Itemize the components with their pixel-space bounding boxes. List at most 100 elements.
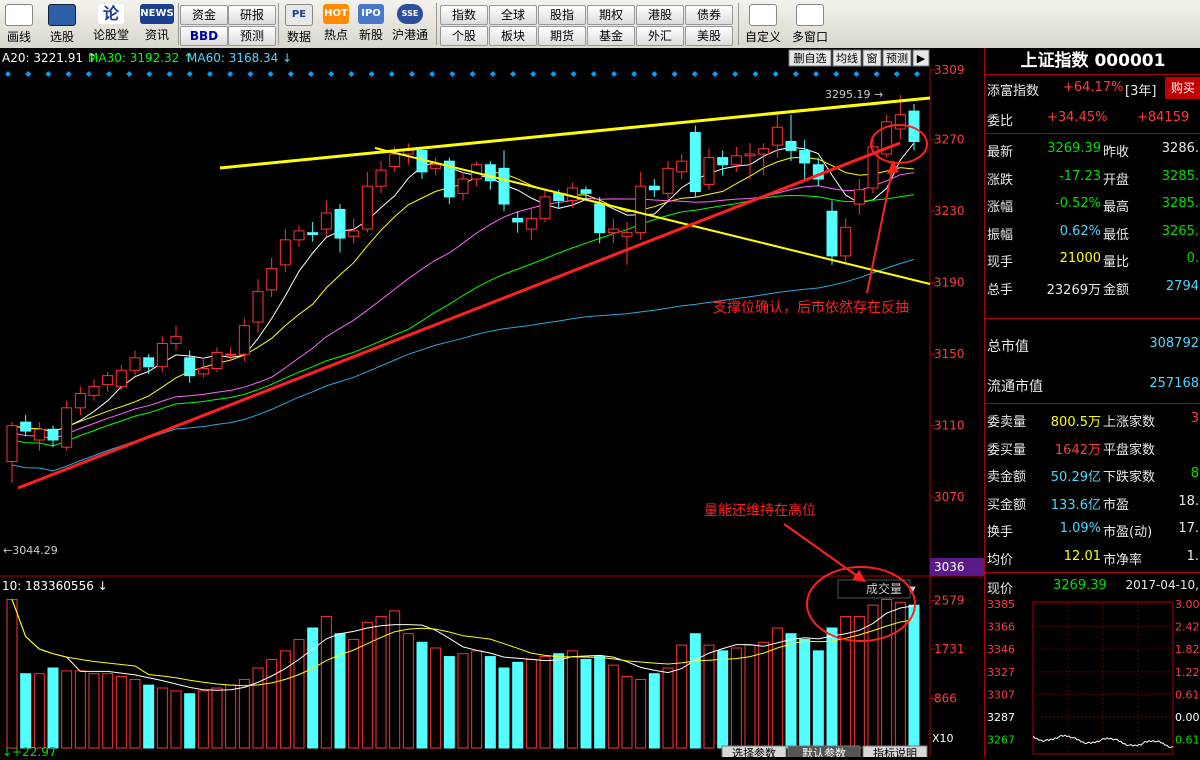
candle-body — [607, 228, 619, 234]
toolbar-btn-b-1[interactable]: HOT 热点 — [318, 2, 354, 46]
toolbar-market-7[interactable]: 板块 — [489, 26, 537, 46]
mini-price-label: 3346 — [987, 643, 1015, 656]
candle-body — [102, 375, 114, 386]
stat-value: 3 — [1190, 411, 1199, 426]
stat-label: 上涨家数 — [1103, 415, 1156, 430]
info-marker-icon — [590, 71, 597, 77]
toolbar-market-0[interactable]: 指数 — [440, 5, 488, 25]
candle-body — [430, 164, 442, 169]
volume-bar — [580, 658, 592, 749]
volume-bar — [33, 673, 45, 749]
toolbar-btn-a-1[interactable]: 选股 — [42, 2, 82, 46]
info-marker-icon — [489, 71, 496, 77]
volume-bar — [730, 647, 742, 749]
price-tick-label: 3270 — [934, 133, 965, 147]
collapse-arrow-glyph: ▶ — [917, 52, 926, 65]
volume-bar — [881, 598, 893, 749]
stat-value: 0. — [1186, 251, 1199, 266]
windows-icon — [796, 4, 824, 26]
stat-value: 12.01 — [1063, 548, 1101, 564]
toolbar-market-5[interactable]: 债券 — [685, 5, 733, 25]
candle-body — [252, 291, 264, 323]
volume-bar — [156, 687, 168, 749]
toolbar-btn-b-2[interactable]: IPO 新股 — [354, 2, 388, 46]
price-tick-label: 3110 — [934, 419, 965, 433]
info-marker-icon — [792, 71, 799, 77]
toolbar-btn-c-0[interactable]: 自定义 — [742, 2, 784, 46]
candle-body — [334, 208, 346, 239]
candle-body — [47, 428, 59, 441]
volume-tick-label: 1731 — [934, 642, 965, 656]
volume-bar — [361, 621, 373, 749]
buy-button[interactable]: 购买 — [1165, 77, 1200, 99]
toolbar-small-0[interactable]: 资金 — [180, 5, 228, 25]
toolbar-market-6[interactable]: 个股 — [440, 26, 488, 46]
stat-value: 23269万 — [1046, 282, 1101, 298]
chart-btn-label-3: 预测 — [886, 52, 908, 65]
info-marker-icon — [146, 71, 153, 77]
info-marker-icon — [267, 71, 274, 77]
volume-bar — [566, 650, 578, 749]
stat-value: 800.5万 — [1050, 415, 1101, 430]
fire-icon: HOT — [323, 4, 349, 24]
volume-bar — [867, 604, 879, 749]
volume-bar — [908, 604, 920, 749]
stat-row-5: 总手 23269万 金额 2794 — [985, 274, 1200, 301]
toolbar-market-10[interactable]: 外汇 — [636, 26, 684, 46]
toolbar-btn-c-1[interactable]: 多窗口 — [788, 2, 832, 46]
volume-bar — [211, 687, 223, 749]
toolbar-market-11[interactable]: 美股 — [685, 26, 733, 46]
info-marker-icon — [5, 71, 11, 77]
toolbar-market-8[interactable]: 期货 — [538, 26, 586, 46]
toolbar-btn-a-3[interactable]: NEWS 资讯 — [138, 2, 176, 46]
volume-bar — [676, 644, 688, 749]
stat2-row-3: 买金额 133.6亿 市盈 18. — [985, 489, 1200, 516]
ma-label-ma30: MA30: 3192.32 ↑ — [88, 51, 193, 65]
stat-value: 18. — [1178, 493, 1199, 509]
volume-bar — [635, 678, 647, 749]
candle-body — [129, 357, 141, 371]
toolbar-small-2[interactable]: BBD — [180, 26, 228, 46]
info-marker-icon — [691, 71, 698, 77]
candle-body — [758, 148, 770, 155]
toolbar-market-1[interactable]: 全球 — [489, 5, 537, 25]
volume-bar — [320, 616, 332, 749]
candle-body — [266, 267, 278, 291]
volume-bar — [88, 673, 100, 749]
stat-value: -0.52% — [1055, 196, 1101, 211]
candle-body — [320, 212, 332, 230]
toolbar-small-1[interactable]: 研报 — [228, 5, 276, 25]
volume-bar — [771, 627, 783, 749]
toolbar-market-3[interactable]: 期权 — [587, 5, 635, 25]
stat-label: 换手 — [987, 525, 1014, 540]
kline-chart-svg[interactable]: A20: 3221.91 ↑MA30: 3192.32 ↑MA60: 3168.… — [0, 48, 984, 760]
ma30-line — [11, 194, 915, 447]
candle-body — [525, 217, 537, 230]
info-marker-icon — [570, 71, 577, 77]
toolbar-btn-a-0[interactable]: 画线 — [2, 2, 36, 46]
stat-label: 市盈 — [1103, 497, 1130, 513]
toolbar-market-9[interactable]: 基金 — [587, 26, 635, 46]
stat-value: 17. — [1178, 521, 1199, 536]
toolbar-btn-a-2[interactable]: 论论股堂 — [88, 2, 134, 46]
stat-value: -17.23 — [1059, 168, 1101, 184]
intraday-mini-chart[interactable]: 3385 3.00 3366 2.42 3346 1.82 3327 1.22 3307 0.61… — [985, 598, 1200, 757]
chart-header-buttons[interactable]: 删自选 均线窗预测 — [788, 49, 912, 67]
stat-label: 平盘家数 — [1103, 442, 1156, 458]
toolbar-small-3[interactable]: 预测 — [228, 26, 276, 46]
toolbar-btn-b-0[interactable]: PE 数据 — [283, 2, 315, 46]
volume-tab-label-2: 指标说明 — [873, 746, 917, 757]
volume-header: 10: 183360556 ↓ — [2, 579, 108, 593]
candle-body — [689, 132, 701, 193]
candle-body — [457, 178, 469, 194]
volume-bar — [47, 667, 59, 749]
volume-bar — [648, 673, 660, 749]
toolbar-market-4[interactable]: 港股 — [636, 5, 684, 25]
toolbar-market-2[interactable]: 股指 — [538, 5, 586, 25]
toolbar-btn-b-3[interactable]: SSE 沪港通 — [390, 2, 430, 46]
info-marker-icon — [368, 71, 375, 77]
candle-body — [717, 157, 729, 166]
mini-price-label: 3385 — [987, 600, 1015, 611]
float-cap-label: 流通市值 — [987, 379, 1043, 395]
kline-chart-area[interactable]: A20: 3221.91 ↑ MA30: 3192.32 ↑ MA60: 3168.… — [0, 48, 984, 760]
